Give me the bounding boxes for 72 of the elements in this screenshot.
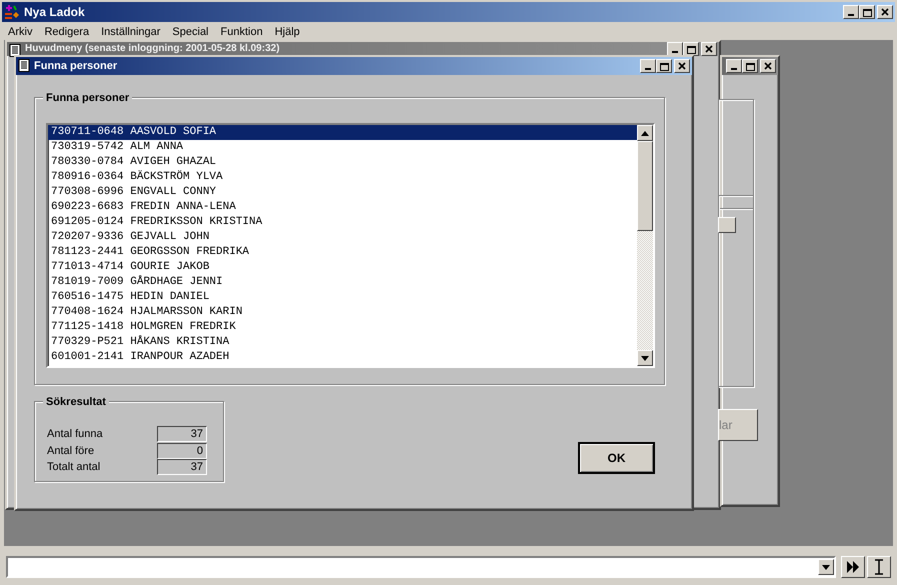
command-field[interactable] [6, 556, 836, 578]
fast-forward-button[interactable] [841, 556, 865, 578]
menu-item[interactable]: Hjälp [268, 24, 306, 40]
fast-forward-icon [846, 561, 860, 573]
menu-item[interactable]: Redigera [38, 24, 96, 40]
minimize-icon [731, 68, 737, 70]
maximize-button[interactable] [683, 42, 699, 56]
small-button[interactable] [718, 217, 736, 233]
document-icon [18, 59, 30, 72]
scrollbar[interactable] [637, 125, 653, 366]
close-icon [704, 44, 714, 54]
scroll-up-icon[interactable] [641, 130, 649, 136]
list-item[interactable]: 760516-1475 HEDIN DANIEL [48, 290, 637, 305]
list-item[interactable]: 780330-0784 AVIGEH GHAZAL [48, 155, 637, 170]
close-button[interactable] [674, 59, 690, 73]
field-label: Antal före [47, 444, 96, 458]
window-title: Huvudmeny (senaste inloggning: 2001-05-28 kl.09:32) [25, 42, 280, 55]
menu-item[interactable]: Special [166, 24, 214, 40]
list-item[interactable]: 771125-1418 HOLMGREN FREDRIK [48, 320, 637, 335]
document-icon [9, 44, 21, 57]
list-item[interactable]: 770408-1624 HJALMARSSON KARIN [48, 305, 637, 320]
list-item[interactable]: 730319-5742 ALM ANNA [48, 140, 637, 155]
text-cursor-icon [875, 559, 883, 575]
minimize-button[interactable] [667, 42, 683, 56]
window-title: Funna personer [34, 58, 118, 74]
scroll-thumb[interactable] [637, 141, 653, 231]
menu-item[interactable]: Arkiv [2, 24, 38, 40]
list-item[interactable]: 601001-2141 IRANPOUR AZADEH [48, 350, 637, 365]
readonly-field: 0 [157, 442, 207, 459]
field-label: Antal funna [47, 427, 104, 442]
list-item[interactable]: 770308-6996 ENGVALL CONNY [48, 185, 637, 200]
minimize-button[interactable] [726, 59, 742, 73]
app-icon [4, 4, 20, 20]
scroll-down-icon[interactable] [641, 356, 649, 360]
minimize-button[interactable] [843, 5, 859, 19]
dropdown-icon[interactable] [822, 564, 830, 570]
maximize-button[interactable] [742, 59, 758, 73]
maximize-button[interactable] [859, 5, 875, 19]
maximize-icon [862, 8, 872, 16]
list-item[interactable]: 781123-2441 GEORGSSON FREDRIKA [48, 245, 637, 260]
menu-item[interactable]: Inställningar [95, 24, 166, 40]
list-item[interactable]: 771013-4714 GOURIE JAKOB [48, 260, 637, 275]
list-item[interactable]: 690223-6683 FREDIN ANNA-LENA [48, 200, 637, 215]
person-list[interactable] [46, 123, 655, 368]
minimize-button[interactable] [640, 59, 656, 73]
menu-item[interactable]: Funktion [214, 24, 269, 40]
minimize-icon [848, 14, 854, 16]
maximize-button[interactable] [656, 59, 672, 73]
close-icon [880, 7, 890, 17]
ok-button[interactable]: OK [578, 442, 655, 474]
minimize-icon [672, 51, 678, 53]
field-label: Totalt antal [47, 460, 102, 475]
maximize-icon [745, 62, 755, 70]
minimize-icon [645, 68, 651, 70]
close-button[interactable] [760, 59, 776, 73]
readonly-field: 37 [157, 459, 207, 476]
maximize-icon [659, 62, 669, 70]
text-cursor-button[interactable] [867, 556, 891, 578]
close-button[interactable] [877, 5, 893, 19]
window-title: Nya Ladok [24, 4, 85, 21]
list-item[interactable]: 691205-0124 FREDRIKSSON KRISTINA [48, 215, 637, 230]
close-icon [763, 61, 773, 71]
list-item[interactable]: 720207-9336 GEJVALL JOHN [48, 230, 637, 245]
group-title: Funna personer [43, 90, 132, 106]
close-icon [677, 61, 687, 71]
list-item[interactable]: 730711-0648 AASVOLD SOFIA [48, 125, 637, 140]
list-item[interactable]: 780916-0364 BÄCKSTRÖM YLVA [48, 170, 637, 185]
maximize-icon [686, 44, 696, 54]
close-button[interactable] [701, 42, 717, 56]
readonly-field: 37 [157, 426, 207, 442]
list-item[interactable]: 770329-P521 HÅKANS KRISTINA [48, 335, 637, 350]
list-item[interactable]: 781019-7009 GÅRDHAGE JENNI [48, 275, 637, 290]
